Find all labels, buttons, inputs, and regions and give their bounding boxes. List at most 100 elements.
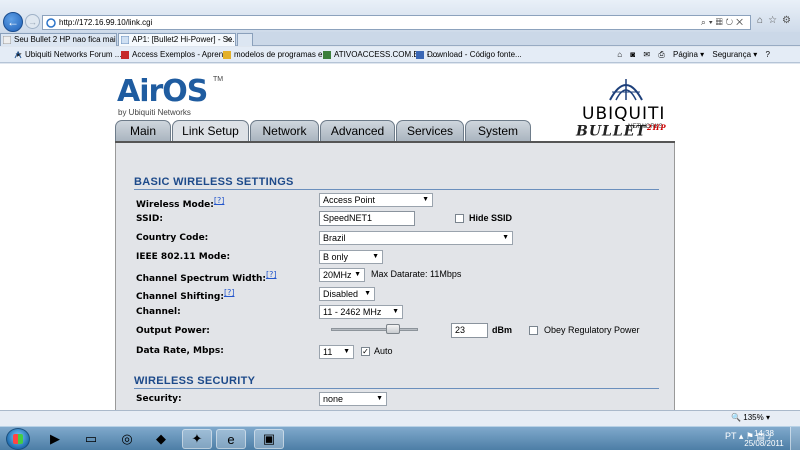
- dropdown-icon[interactable]: ▾: [709, 17, 716, 27]
- favorites-star-icon[interactable]: ☆: [768, 15, 782, 26]
- chevron-down-icon: ▼: [392, 308, 399, 315]
- ieee-mode-select[interactable]: B only ▼: [319, 250, 383, 264]
- command-prompt-icon: ▣: [262, 431, 276, 446]
- start-button[interactable]: [6, 428, 30, 450]
- dbm-unit-label: dBm: [492, 325, 512, 335]
- airos-logo: AirOS TM by Ubiquiti Networks: [117, 74, 223, 117]
- url-input[interactable]: http://172.16.99.10/link.cgi ⌕▾▦↻✕: [42, 15, 751, 30]
- explorer-button[interactable]: ▭: [76, 429, 106, 449]
- help-icon[interactable]: ?: [766, 50, 770, 59]
- show-desktop-button[interactable]: [790, 427, 800, 450]
- favorite-link-5[interactable]: Download - Código fonte...: [416, 47, 522, 62]
- windows-taskbar: ▶ ▭ ◎ ◆ ✦ e ▣ PT ▴ ⚑ ▤ ♪ 14:38 25/08/201…: [0, 426, 800, 450]
- tab-main[interactable]: Main: [115, 120, 171, 142]
- media-player-icon: ▶: [50, 431, 60, 446]
- data-rate-select[interactable]: 11 ▼: [319, 345, 354, 359]
- close-tab-icon[interactable]: ✕: [225, 34, 232, 46]
- taskbar-app-button[interactable]: ✦: [182, 429, 212, 449]
- tab-network[interactable]: Network: [250, 120, 319, 142]
- section-rule: [134, 388, 659, 389]
- back-button[interactable]: ←: [3, 12, 23, 32]
- security-label: Security:: [136, 394, 182, 404]
- new-tab-button[interactable]: [237, 33, 253, 46]
- obey-regulatory-checkbox[interactable]: [529, 326, 538, 335]
- output-power-slider[interactable]: [331, 328, 418, 331]
- url-actions[interactable]: ⌕▾▦↻✕: [701, 16, 746, 29]
- logo-byline: by Ubiquiti Networks: [118, 108, 191, 117]
- data-rate-label: Data Rate, Mbps:: [136, 346, 224, 356]
- ssid-label: SSID:: [136, 214, 163, 224]
- browser-tab-1[interactable]: Seu Bullet 2 HP nao fica mais e...: [0, 33, 117, 46]
- ubiquiti-dome-icon: [609, 79, 643, 101]
- section-rule: [134, 189, 659, 190]
- auto-rate-checkbox[interactable]: ✓: [361, 347, 370, 356]
- favorite-link-2[interactable]: Access Exemplos - Apren...: [121, 47, 230, 62]
- spectrum-help-link[interactable]: [?]: [266, 270, 277, 279]
- windows-logo-icon: [13, 434, 23, 444]
- zoom-icon: 🔍: [731, 413, 742, 422]
- mail-icon[interactable]: ✉: [643, 50, 650, 59]
- compat-view-icon[interactable]: ▦: [716, 17, 726, 27]
- hide-ssid-checkbox[interactable]: [455, 214, 464, 223]
- tab-advanced[interactable]: Advanced: [320, 120, 395, 142]
- page-favicon-icon: [223, 51, 231, 59]
- section-title-basic: BASIC WIRELESS SETTINGS: [134, 176, 294, 188]
- feeds-icon[interactable]: ◙: [630, 50, 635, 59]
- taskbar-app-button[interactable]: ◆: [146, 429, 176, 449]
- tab-system[interactable]: System: [465, 120, 531, 142]
- security-menu[interactable]: Segurança ▾: [712, 50, 757, 59]
- section-title-security: WIRELESS SECURITY: [134, 375, 256, 387]
- channel-shifting-select[interactable]: Disabled ▼: [319, 287, 375, 301]
- gear-icon[interactable]: ⚙: [782, 15, 796, 26]
- tab-services[interactable]: Services: [396, 120, 464, 142]
- page-menu[interactable]: Página ▾: [673, 50, 704, 59]
- refresh-icon[interactable]: ↻: [726, 17, 737, 27]
- spectrum-width-select[interactable]: 20MHz ▼: [319, 268, 365, 282]
- page-favicon-icon: [323, 51, 331, 59]
- channel-shifting-label: Channel Shifting:[?]: [136, 288, 235, 302]
- forward-arrow-icon: →: [28, 16, 37, 27]
- ubiquiti-favicon-icon: [121, 36, 129, 44]
- country-code-label: Country Code:: [136, 233, 209, 243]
- internet-explorer-button[interactable]: e: [216, 429, 246, 449]
- browser-tab-2[interactable]: AP1: [Bullet2 Hi-Power] - Se... ✕: [118, 33, 236, 46]
- favorite-link-1[interactable]: Ubiquiti Networks Forum ...: [14, 47, 121, 62]
- spectrum-width-label: Channel Spectrum Width:[?]: [136, 270, 277, 284]
- stop-icon[interactable]: ✕: [736, 17, 746, 27]
- chevron-down-icon: ▼: [376, 395, 383, 402]
- print-icon[interactable]: ⎙: [658, 50, 664, 59]
- home-icon[interactable]: ⌂: [757, 15, 768, 26]
- output-power-slider-handle[interactable]: [386, 324, 400, 334]
- channel-select[interactable]: 11 - 2462 MHz ▼: [319, 305, 403, 319]
- app-puzzle-icon: ✦: [191, 431, 203, 446]
- media-player-button[interactable]: ▶: [40, 429, 70, 449]
- wireless-mode-select[interactable]: Access Point ▼: [319, 193, 433, 207]
- chevron-down-icon: ▼: [343, 348, 350, 355]
- favorite-link-3[interactable]: modelos de programas e...: [223, 47, 329, 62]
- web-page: AirOS TM by Ubiquiti Networks UBIQUITI N…: [0, 64, 800, 410]
- logo-air: Air: [117, 74, 163, 109]
- logo-tm: TM: [213, 76, 224, 83]
- shifting-help-link[interactable]: [?]: [224, 288, 235, 297]
- clock[interactable]: 14:38 25/08/2011: [742, 429, 786, 449]
- tab-link-setup[interactable]: Link Setup: [172, 120, 249, 143]
- product-name: BULLET: [576, 123, 647, 140]
- clock-date: 25/08/2011: [744, 439, 784, 448]
- ssid-input[interactable]: SpeedNET1: [319, 211, 415, 226]
- wireless-mode-help-link[interactable]: [?]: [214, 196, 225, 205]
- taskbar-app-button[interactable]: ◎: [112, 429, 142, 449]
- command-prompt-button[interactable]: ▣: [254, 429, 284, 449]
- home-icon[interactable]: ⌂: [617, 50, 622, 59]
- security-select[interactable]: none ▼: [319, 392, 387, 406]
- browser-tab-strip: Seu Bullet 2 HP nao fica mais e... AP1: …: [0, 32, 800, 46]
- output-power-input[interactable]: 23: [451, 323, 488, 338]
- forward-button[interactable]: →: [25, 14, 40, 29]
- search-icon[interactable]: ⌕: [701, 17, 709, 27]
- settings-panel: BASIC WIRELESS SETTINGS Wireless Mode:[?…: [115, 143, 675, 410]
- max-datarate-text: Max Datarate: 11Mbps: [371, 269, 462, 279]
- zoom-control[interactable]: 🔍 135% ▾: [731, 413, 770, 422]
- country-code-select[interactable]: Brazil ▼: [319, 231, 513, 245]
- tab-label: Seu Bullet 2 HP nao fica mais e...: [14, 35, 116, 44]
- language-indicator[interactable]: PT: [725, 431, 736, 441]
- channel-label: Channel:: [136, 307, 181, 317]
